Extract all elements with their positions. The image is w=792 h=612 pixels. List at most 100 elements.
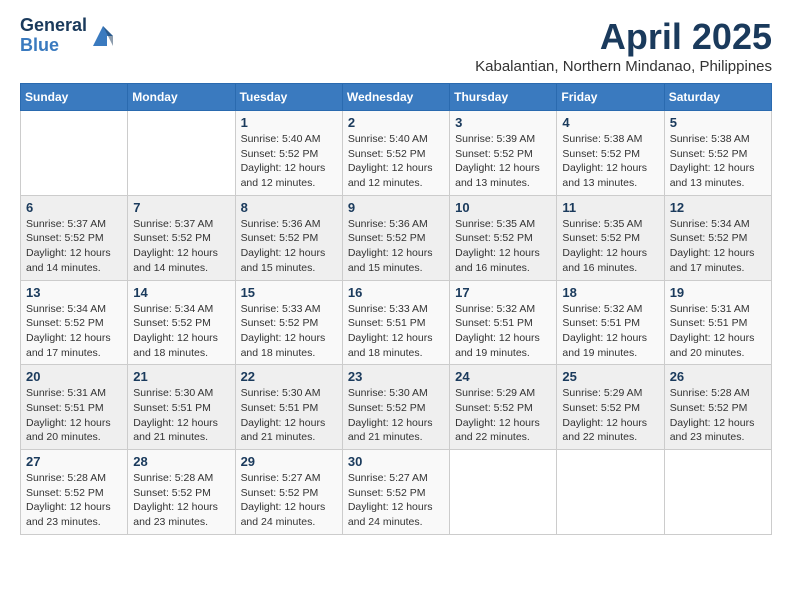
day-number: 13 <box>26 285 122 300</box>
day-number: 19 <box>670 285 766 300</box>
week-row: 1 Sunrise: 5:40 AM Sunset: 5:52 PM Daylig… <box>21 111 772 196</box>
day-number: 11 <box>562 200 658 215</box>
week-row: 13 Sunrise: 5:34 AM Sunset: 5:52 PM Dayli… <box>21 280 772 365</box>
calendar-cell: 24Sunrise: 5:29 AM Sunset: 5:52 PM Dayli… <box>450 365 557 450</box>
day-number: 27 <box>26 454 122 469</box>
day-number: 12 <box>670 200 766 215</box>
calendar-cell: 5 Sunrise: 5:38 AM Sunset: 5:52 PM Daylig… <box>664 111 771 196</box>
day-detail: Sunrise: 5:36 AM Sunset: 5:52 PM Dayligh… <box>348 217 444 276</box>
day-detail: Sunrise: 5:40 AM Sunset: 5:52 PM Dayligh… <box>241 132 337 191</box>
calendar-table: SundayMondayTuesdayWednesdayThursdayFrid… <box>20 83 772 535</box>
day-detail: Sunrise: 5:33 AM Sunset: 5:52 PM Dayligh… <box>241 302 337 361</box>
column-header-wednesday: Wednesday <box>342 84 449 111</box>
calendar-location: Kabalantian, Northern Mindanao, Philippi… <box>475 58 772 75</box>
day-detail: Sunrise: 5:37 AM Sunset: 5:52 PM Dayligh… <box>26 217 122 276</box>
day-detail: Sunrise: 5:30 AM Sunset: 5:51 PM Dayligh… <box>241 386 337 445</box>
day-number: 4 <box>562 115 658 130</box>
day-detail: Sunrise: 5:34 AM Sunset: 5:52 PM Dayligh… <box>133 302 229 361</box>
day-detail: Sunrise: 5:35 AM Sunset: 5:52 PM Dayligh… <box>562 217 658 276</box>
day-number: 17 <box>455 285 551 300</box>
week-row: 27 Sunrise: 5:28 AM Sunset: 5:52 PM Dayli… <box>21 450 772 535</box>
calendar-cell: 12 Sunrise: 5:34 AM Sunset: 5:52 PM Dayli… <box>664 195 771 280</box>
calendar-cell: 2 Sunrise: 5:40 AM Sunset: 5:52 PM Daylig… <box>342 111 449 196</box>
calendar-cell: 8 Sunrise: 5:36 AM Sunset: 5:52 PM Daylig… <box>235 195 342 280</box>
logo: General Blue <box>20 16 117 56</box>
day-detail: Sunrise: 5:35 AM Sunset: 5:52 PM Dayligh… <box>455 217 551 276</box>
page-header: General Blue April 2025 Kabalantian, Nor… <box>20 16 772 75</box>
calendar-cell: 19 Sunrise: 5:31 AM Sunset: 5:51 PM Dayli… <box>664 280 771 365</box>
day-number: 5 <box>670 115 766 130</box>
day-number: 21 <box>133 369 229 384</box>
day-number: 16 <box>348 285 444 300</box>
day-number: 24 <box>455 369 551 384</box>
day-number: 15 <box>241 285 337 300</box>
calendar-cell: 7Sunrise: 5:37 AM Sunset: 5:52 PM Daylig… <box>128 195 235 280</box>
day-detail: Sunrise: 5:28 AM Sunset: 5:52 PM Dayligh… <box>26 471 122 530</box>
day-detail: Sunrise: 5:32 AM Sunset: 5:51 PM Dayligh… <box>562 302 658 361</box>
day-detail: Sunrise: 5:28 AM Sunset: 5:52 PM Dayligh… <box>670 386 766 445</box>
day-detail: Sunrise: 5:36 AM Sunset: 5:52 PM Dayligh… <box>241 217 337 276</box>
calendar-cell: 4 Sunrise: 5:38 AM Sunset: 5:52 PM Daylig… <box>557 111 664 196</box>
day-number: 18 <box>562 285 658 300</box>
calendar-cell: 26 Sunrise: 5:28 AM Sunset: 5:52 PM Dayli… <box>664 365 771 450</box>
day-detail: Sunrise: 5:30 AM Sunset: 5:51 PM Dayligh… <box>133 386 229 445</box>
calendar-cell: 28Sunrise: 5:28 AM Sunset: 5:52 PM Dayli… <box>128 450 235 535</box>
day-number: 9 <box>348 200 444 215</box>
day-number: 14 <box>133 285 229 300</box>
column-header-sunday: Sunday <box>21 84 128 111</box>
day-detail: Sunrise: 5:28 AM Sunset: 5:52 PM Dayligh… <box>133 471 229 530</box>
column-header-saturday: Saturday <box>664 84 771 111</box>
day-number: 25 <box>562 369 658 384</box>
calendar-title: April 2025 <box>475 16 772 58</box>
week-row: 6 Sunrise: 5:37 AM Sunset: 5:52 PM Daylig… <box>21 195 772 280</box>
calendar-cell: 20Sunrise: 5:31 AM Sunset: 5:51 PM Dayli… <box>21 365 128 450</box>
calendar-cell <box>21 111 128 196</box>
column-header-thursday: Thursday <box>450 84 557 111</box>
day-detail: Sunrise: 5:34 AM Sunset: 5:52 PM Dayligh… <box>26 302 122 361</box>
calendar-cell <box>128 111 235 196</box>
calendar-cell <box>450 450 557 535</box>
calendar-cell: 14 Sunrise: 5:34 AM Sunset: 5:52 PM Dayli… <box>128 280 235 365</box>
day-number: 6 <box>26 200 122 215</box>
day-detail: Sunrise: 5:34 AM Sunset: 5:52 PM Dayligh… <box>670 217 766 276</box>
day-detail: Sunrise: 5:40 AM Sunset: 5:52 PM Dayligh… <box>348 132 444 191</box>
column-header-tuesday: Tuesday <box>235 84 342 111</box>
week-row: 20Sunrise: 5:31 AM Sunset: 5:51 PM Dayli… <box>21 365 772 450</box>
day-detail: Sunrise: 5:38 AM Sunset: 5:52 PM Dayligh… <box>670 132 766 191</box>
logo-blue-text: Blue <box>20 36 87 56</box>
day-detail: Sunrise: 5:31 AM Sunset: 5:51 PM Dayligh… <box>670 302 766 361</box>
day-detail: Sunrise: 5:29 AM Sunset: 5:52 PM Dayligh… <box>562 386 658 445</box>
calendar-cell: 16 Sunrise: 5:33 AM Sunset: 5:51 PM Dayli… <box>342 280 449 365</box>
column-header-monday: Monday <box>128 84 235 111</box>
day-detail: Sunrise: 5:31 AM Sunset: 5:51 PM Dayligh… <box>26 386 122 445</box>
calendar-cell: 30 Sunrise: 5:27 AM Sunset: 5:52 PM Dayli… <box>342 450 449 535</box>
day-number: 29 <box>241 454 337 469</box>
day-detail: Sunrise: 5:33 AM Sunset: 5:51 PM Dayligh… <box>348 302 444 361</box>
day-number: 22 <box>241 369 337 384</box>
day-number: 7 <box>133 200 229 215</box>
calendar-cell: 6 Sunrise: 5:37 AM Sunset: 5:52 PM Daylig… <box>21 195 128 280</box>
day-detail: Sunrise: 5:27 AM Sunset: 5:52 PM Dayligh… <box>348 471 444 530</box>
header-row: SundayMondayTuesdayWednesdayThursdayFrid… <box>21 84 772 111</box>
day-number: 1 <box>241 115 337 130</box>
column-header-friday: Friday <box>557 84 664 111</box>
day-detail: Sunrise: 5:30 AM Sunset: 5:52 PM Dayligh… <box>348 386 444 445</box>
logo-general-text: General <box>20 16 87 36</box>
calendar-cell: 3Sunrise: 5:39 AM Sunset: 5:52 PM Daylig… <box>450 111 557 196</box>
calendar-cell <box>664 450 771 535</box>
calendar-cell: 27 Sunrise: 5:28 AM Sunset: 5:52 PM Dayli… <box>21 450 128 535</box>
day-number: 30 <box>348 454 444 469</box>
calendar-cell: 23 Sunrise: 5:30 AM Sunset: 5:52 PM Dayli… <box>342 365 449 450</box>
calendar-cell: 15 Sunrise: 5:33 AM Sunset: 5:52 PM Dayli… <box>235 280 342 365</box>
day-detail: Sunrise: 5:39 AM Sunset: 5:52 PM Dayligh… <box>455 132 551 191</box>
calendar-cell: 25 Sunrise: 5:29 AM Sunset: 5:52 PM Dayli… <box>557 365 664 450</box>
day-number: 2 <box>348 115 444 130</box>
day-number: 8 <box>241 200 337 215</box>
day-detail: Sunrise: 5:38 AM Sunset: 5:52 PM Dayligh… <box>562 132 658 191</box>
day-detail: Sunrise: 5:32 AM Sunset: 5:51 PM Dayligh… <box>455 302 551 361</box>
day-number: 23 <box>348 369 444 384</box>
calendar-header: SundayMondayTuesdayWednesdayThursdayFrid… <box>21 84 772 111</box>
day-number: 26 <box>670 369 766 384</box>
calendar-cell: 13 Sunrise: 5:34 AM Sunset: 5:52 PM Dayli… <box>21 280 128 365</box>
calendar-cell: 18 Sunrise: 5:32 AM Sunset: 5:51 PM Dayli… <box>557 280 664 365</box>
